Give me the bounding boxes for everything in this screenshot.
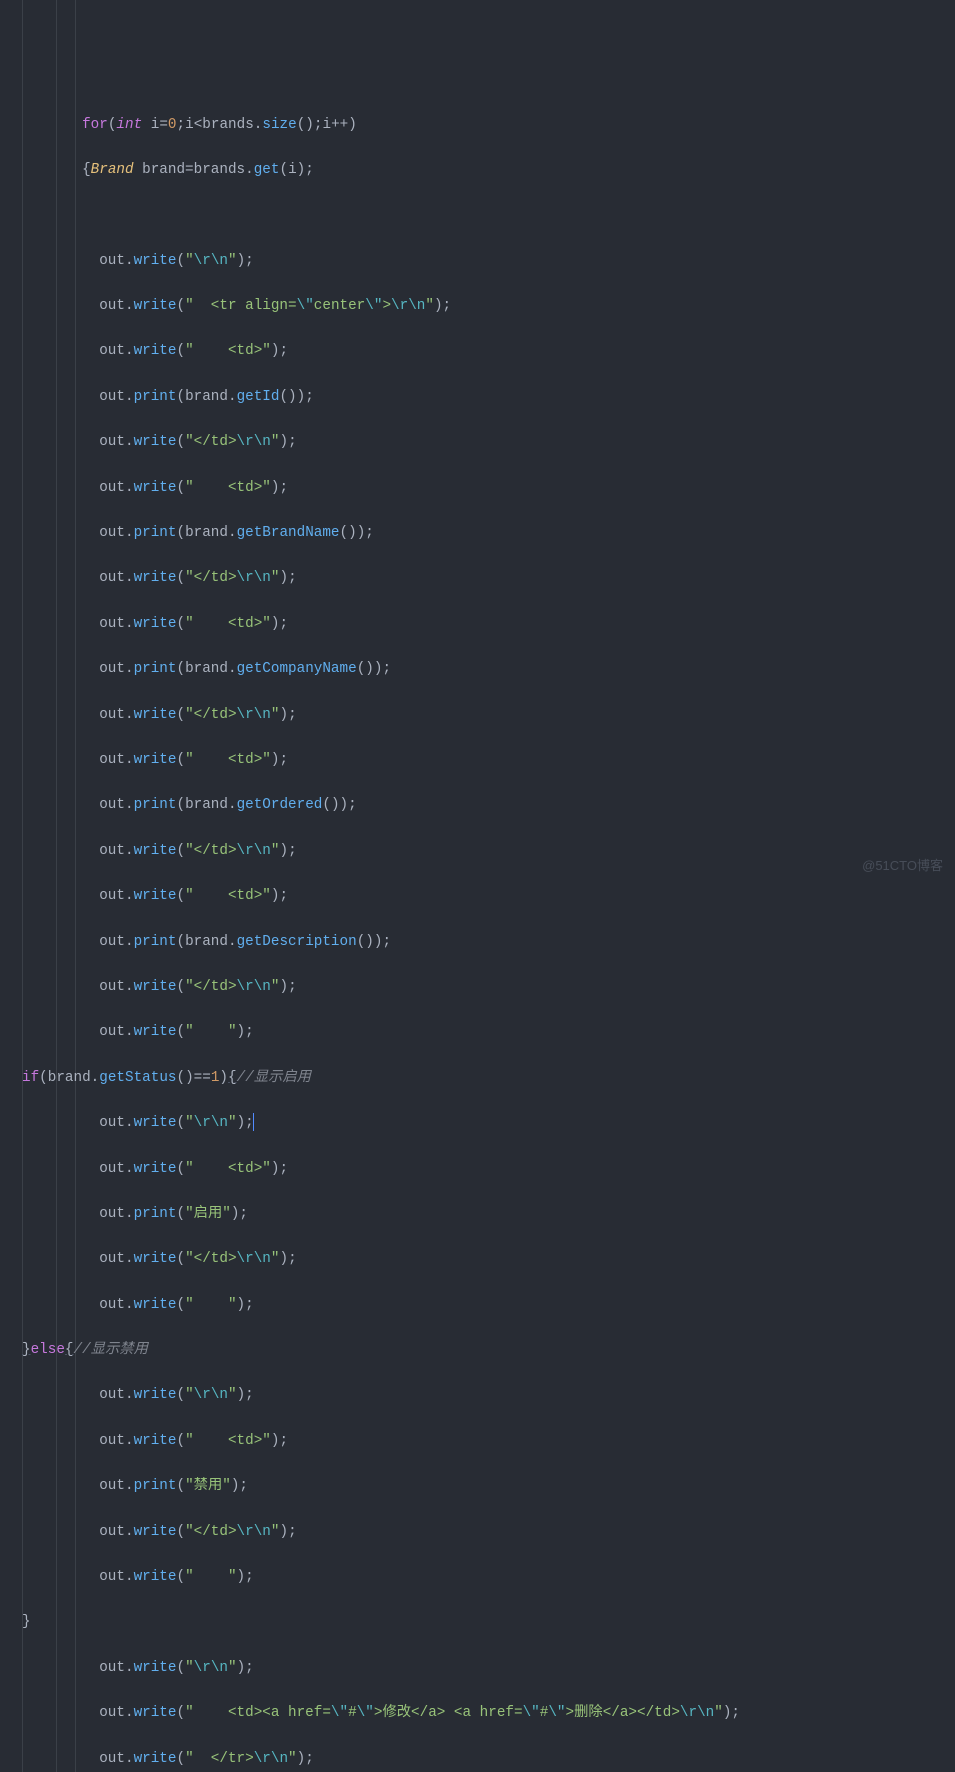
code-line: out.print(brand.getDescription()); [0,931,955,954]
code-line: out.print(brand.getOrdered()); [0,794,955,817]
code-line: out.write(" <tr align=\"center\">\r\n"); [0,295,955,318]
code-line: out.print("启用"); [0,1203,955,1226]
code-line: out.write(" <td>"); [0,477,955,500]
code-line: out.write(" <td>"); [0,749,955,772]
keyword-for: for [82,117,108,133]
text-cursor [253,1113,254,1131]
code-line: out.write(" <td>"); [0,1430,955,1453]
code-line: out.write(" <td>"); [0,885,955,908]
code-line: out.write("</td>\r\n"); [0,1521,955,1544]
code-line: out.write("\r\n"); [0,1657,955,1680]
code-line: out.print("禁用"); [0,1475,955,1498]
code-line: out.write(" "); [0,1566,955,1589]
code-line [0,204,955,227]
code-line: out.print(brand.getCompanyName()); [0,658,955,681]
code-line: out.write(" <td>"); [0,1158,955,1181]
code-line: out.write(" "); [0,1294,955,1317]
code-line: if(brand.getStatus()==1){//显示启用 [0,1067,955,1090]
code-line: out.write("\r\n"); [0,1384,955,1407]
code-line: out.write(" <td><a href=\"#\">修改</a> <a … [0,1702,955,1725]
code-line: out.write("</td>\r\n"); [0,976,955,999]
code-line: } [0,1611,955,1634]
code-line: out.print(brand.getId()); [0,386,955,409]
code-line: out.write(" <td>"); [0,613,955,636]
code-line: {Brand brand=brands.get(i); [0,159,955,182]
code-line: out.write("</td>\r\n"); [0,1248,955,1271]
code-line: }else{//显示禁用 [0,1339,955,1362]
watermark: @51CTO博客 [862,855,943,878]
code-line: out.write(" </tr>\r\n"); [0,1748,955,1771]
code-line: for(int i=0;i<brands.size();i++) [0,114,955,137]
code-editor[interactable]: for(int i=0;i<brands.size();i++) {Brand … [0,0,955,1772]
code-line: out.print(brand.getBrandName()); [0,522,955,545]
code-line: out.write("</td>\r\n"); [0,431,955,454]
code-line: out.write("</td>\r\n"); [0,567,955,590]
code-line: out.write(" "); [0,1021,955,1044]
code-line: out.write(" <td>"); [0,340,955,363]
code-line: out.write("</td>\r\n"); [0,704,955,727]
code-line: out.write("</td>\r\n"); [0,840,955,863]
code-line: out.write("\r\n"); [0,1112,955,1135]
code-line: out.write("\r\n"); [0,250,955,273]
